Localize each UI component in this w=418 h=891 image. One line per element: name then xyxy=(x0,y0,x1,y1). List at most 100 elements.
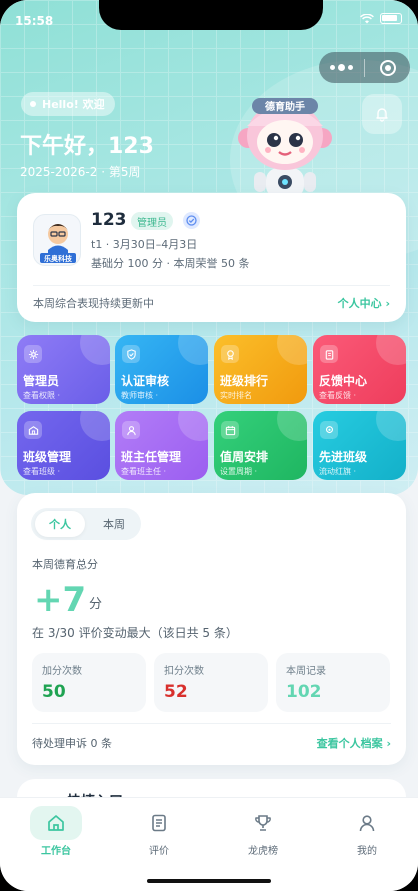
decoration xyxy=(277,411,307,441)
tab-leaderboard[interactable]: 龙虎榜 xyxy=(231,806,295,857)
tile-medal[interactable]: 班级排行 实时排名 xyxy=(214,335,307,404)
decoration xyxy=(277,335,307,365)
view-profile-link[interactable]: 查看个人档案 › xyxy=(317,735,391,751)
tile-subtitle: 查看权限 · xyxy=(23,391,61,400)
tile-subtitle: 设置周期 · xyxy=(220,467,258,476)
home-icon xyxy=(30,806,82,840)
award-icon xyxy=(320,421,338,439)
tab-label: 龙虎榜 xyxy=(248,846,278,857)
decoration xyxy=(376,335,406,365)
tile-title: 班级管理 xyxy=(23,450,72,464)
profile-class-period: t1 · 3月30日–4月3日 xyxy=(91,238,198,251)
school-icon xyxy=(24,421,42,439)
medal-icon xyxy=(221,345,239,363)
divider xyxy=(32,723,391,724)
user-icon xyxy=(122,421,140,439)
tile-title: 先进班级 xyxy=(319,450,368,464)
tile-calendar[interactable]: 值周安排设置周期 · xyxy=(214,411,307,480)
tab-personal[interactable]: 个人 xyxy=(35,511,85,537)
person-icon xyxy=(341,806,393,840)
profile-name: 123 xyxy=(91,210,127,230)
close-miniapp-icon[interactable] xyxy=(365,59,410,76)
stat-add-count: 加分次数 50 xyxy=(32,653,146,712)
profile-footer-text: 本周综合表现持续更新中 xyxy=(33,297,154,310)
stat-value: 50 xyxy=(42,682,66,702)
decoration xyxy=(376,411,406,441)
status-icons xyxy=(360,13,402,24)
divider xyxy=(33,285,390,286)
stat-value: 102 xyxy=(286,682,322,702)
miniapp-capsule xyxy=(319,52,410,83)
stat-label: 本周记录 xyxy=(286,666,326,677)
shield-check-icon xyxy=(122,345,140,363)
tile-subtitle: 教师审核 · xyxy=(121,391,159,400)
tab-mine[interactable]: 我的 xyxy=(335,806,399,857)
more-menu-icon[interactable] xyxy=(319,64,364,71)
decoration xyxy=(178,335,208,365)
tile-title: 管理员 xyxy=(23,374,60,388)
tab-evaluate[interactable]: 评价 xyxy=(127,806,191,857)
stat-deduct-count: 扣分次数 52 xyxy=(154,653,268,712)
profile-card: 乐奥科技 123 管理员 t1 · 3月30日–4月3日 基础分 100 分 ·… xyxy=(17,193,406,322)
tile-shield-check[interactable]: 认证审核教师审核 · xyxy=(115,335,208,404)
tile-school[interactable]: 班级管理查看班级 · xyxy=(17,411,110,480)
tile-subtitle: 查看班主任 · xyxy=(121,467,167,476)
tile-title: 班级排行 xyxy=(220,374,269,388)
calendar-icon xyxy=(221,421,239,439)
score-unit: 分 xyxy=(89,597,103,612)
bottom-tab-bar: 工作台 评价 龙虎榜 我的 xyxy=(0,797,418,891)
mascot-label: 德育助手 xyxy=(264,100,305,113)
role-badge: 管理员 xyxy=(131,212,173,230)
document-icon xyxy=(133,806,185,840)
term-text: 2025-2026-2 · 第5周 xyxy=(20,165,141,179)
score-label: 本周德育总分 xyxy=(32,558,98,571)
verified-badge-icon xyxy=(183,212,200,229)
tile-subtitle: 实时排名 xyxy=(220,391,252,400)
tile-title: 认证审核 xyxy=(121,374,170,388)
stat-week-records: 本周记录 102 xyxy=(276,653,390,712)
bell-icon xyxy=(376,108,388,122)
notification-button[interactable] xyxy=(362,94,402,134)
personal-center-link[interactable]: 个人中心 › xyxy=(338,295,390,311)
score-card: 个人 本周 本周德育总分 +7 分 在 3/30 评价变动最大（该日共 5 条）… xyxy=(17,493,406,765)
tab-week[interactable]: 本周 xyxy=(91,511,137,537)
avatar[interactable]: 乐奥科技 xyxy=(33,214,81,266)
score-segmented-control: 个人 本周 xyxy=(31,508,141,540)
tab-label: 评价 xyxy=(149,846,169,857)
device-notch xyxy=(99,0,323,30)
hello-text: Hello! 欢迎 xyxy=(42,98,105,111)
stat-label: 扣分次数 xyxy=(164,666,204,677)
decoration xyxy=(80,335,110,365)
tile-gear[interactable]: 管理员查看权限 · xyxy=(17,335,110,404)
stat-label: 加分次数 xyxy=(42,666,82,677)
home-indicator xyxy=(147,879,271,883)
dot-icon xyxy=(30,101,36,107)
phone-screen: 15:58 Hello! 欢迎 下午好，123 2025-2026-2 · 第5… xyxy=(0,0,418,891)
tile-user[interactable]: 班主任管理查看班主任 · xyxy=(115,411,208,480)
battery-icon xyxy=(380,13,402,24)
pending-appeals: 待处理申诉 0 条 xyxy=(32,737,112,750)
clipboard-icon xyxy=(320,345,338,363)
tab-label: 工作台 xyxy=(41,846,71,857)
tile-subtitle: 查看反馈 · xyxy=(319,391,357,400)
avatar-logo-icon: 乐奥科技 xyxy=(40,224,76,263)
tile-title: 反馈中心 xyxy=(319,374,368,388)
decoration xyxy=(80,411,110,441)
hello-badge: Hello! 欢迎 xyxy=(21,92,115,116)
tile-title: 值周安排 xyxy=(220,450,269,464)
tile-award[interactable]: 先进班级流动红旗 · xyxy=(313,411,406,480)
tab-workbench[interactable]: 工作台 xyxy=(24,806,88,857)
wifi-icon xyxy=(360,13,374,23)
decoration xyxy=(178,411,208,441)
score-note: 在 3/30 评价变动最大（该日共 5 条） xyxy=(32,626,238,640)
tile-title: 班主任管理 xyxy=(121,450,182,464)
tile-subtitle: 查看班级 · xyxy=(23,467,61,476)
stat-value: 52 xyxy=(164,682,188,702)
tile-clipboard[interactable]: 反馈中心查看反馈 · xyxy=(313,335,406,404)
avatar-logo-text: 乐奥科技 xyxy=(44,254,73,263)
score-value: +7 xyxy=(34,580,87,620)
status-time: 15:58 xyxy=(15,14,54,28)
tile-subtitle: 流动红旗 · xyxy=(319,467,357,476)
trophy-icon xyxy=(237,806,289,840)
tab-label: 我的 xyxy=(357,846,377,857)
